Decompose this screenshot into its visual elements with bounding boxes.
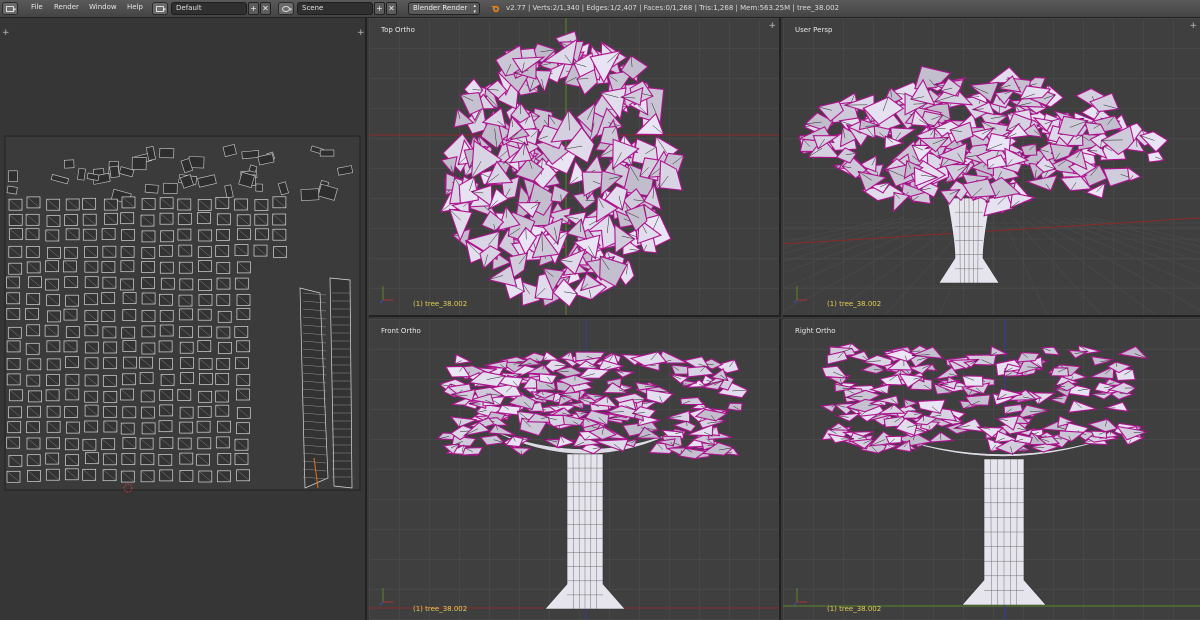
screen-close-button[interactable]: ✕ <box>260 2 271 15</box>
uv-layout[interactable] <box>0 18 367 620</box>
uv-image-editor[interactable]: + + <box>0 18 367 620</box>
object-name-label: (1) tree_38.002 <box>413 605 468 613</box>
scene-statistics: v2.77 | Verts:2/1,340 | Edges:1/2,407 | … <box>506 4 840 12</box>
leaf-face <box>558 350 575 362</box>
leaf-face <box>440 155 458 176</box>
object-name-label: (1) tree_38.002 <box>827 300 882 308</box>
axis-gizmo-icon <box>379 588 393 606</box>
leaf-face <box>666 410 691 423</box>
tree-mesh-front-view[interactable] <box>369 319 781 620</box>
leaf-face <box>1146 150 1166 163</box>
leaf-face <box>1126 166 1142 182</box>
uv-island <box>63 159 75 169</box>
blender-logo-icon <box>491 5 500 13</box>
uv-island <box>255 183 264 192</box>
axis-gizmo-icon <box>793 588 807 606</box>
scene-close-button[interactable]: ✕ <box>386 2 397 15</box>
screen-layout-icon[interactable]: ▾ <box>152 2 168 15</box>
leaf-face <box>1104 401 1129 412</box>
leaf-face <box>1050 367 1070 377</box>
leaf-face <box>479 434 506 446</box>
tree-mesh-right-view[interactable] <box>783 319 1200 620</box>
area-split-corner-icon[interactable]: + <box>768 21 776 31</box>
menu-render[interactable]: Render <box>54 3 79 11</box>
axis-gizmo-icon <box>379 286 393 304</box>
tree-mesh <box>819 343 1150 606</box>
leaf-face <box>1090 355 1115 366</box>
info-header: ▾ File Render Window Help ▾ Default + ✕ … <box>0 0 1200 18</box>
leaf-face <box>487 423 516 436</box>
menu-window[interactable]: Window <box>89 3 117 11</box>
leaf-face <box>556 434 576 449</box>
leaf-face <box>892 191 911 213</box>
viewport-front-ortho[interactable]: Front Ortho (1) tree_38.002 <box>369 319 781 620</box>
leaf-face <box>496 404 522 416</box>
render-engine-dropdown[interactable]: Blender Render ▴ ▾ <box>408 2 480 15</box>
leaf-face <box>1040 346 1061 356</box>
viewport-right-ortho[interactable]: Right Ortho (1) tree_38.002 <box>783 319 1200 620</box>
scene-add-button[interactable]: + <box>374 2 385 15</box>
render-engine-label: Blender Render <box>413 4 468 12</box>
screen-add-button[interactable]: + <box>248 2 259 15</box>
uv-island <box>144 183 159 194</box>
tree-mesh <box>436 350 749 610</box>
leaf-face <box>1003 403 1024 415</box>
tree-mesh-persp-view[interactable] <box>783 18 1200 317</box>
viewport-top-ortho[interactable]: Top Ortho (1) tree_38.002 + <box>369 18 781 317</box>
object-name-label: (1) tree_38.002 <box>827 605 882 613</box>
uv-island <box>8 170 18 183</box>
menu-file[interactable]: File <box>31 3 43 11</box>
leaf-face <box>1067 349 1090 359</box>
uv-island <box>131 156 147 171</box>
leaf-face <box>1067 399 1097 413</box>
updown-arrows-icon: ▴ ▾ <box>473 3 476 15</box>
leaf-face <box>1086 418 1119 433</box>
leaf-face <box>961 375 984 387</box>
uv-trunk-island <box>329 277 353 489</box>
scene-field[interactable]: Scene <box>297 2 373 15</box>
viewport-user-persp[interactable]: User Persp (1) tree_38.002 + <box>783 18 1200 317</box>
menu-help[interactable]: Help <box>127 3 143 11</box>
screen-layout-field[interactable]: Default <box>171 2 247 15</box>
uv-island <box>300 188 320 201</box>
area-split-corner-icon[interactable]: + <box>1189 21 1197 31</box>
uv-island <box>6 185 18 195</box>
uv-islands <box>4 135 361 493</box>
uv-island <box>163 182 178 194</box>
uv-island <box>77 167 86 181</box>
uv-island <box>109 165 120 179</box>
leaf-face <box>509 447 532 456</box>
leaf-face <box>670 364 691 375</box>
leaf-canopy <box>439 30 685 308</box>
uv-island <box>241 150 260 160</box>
uv-island <box>159 147 175 159</box>
editor-type-button[interactable]: ▾ <box>2 2 18 15</box>
scene-icon[interactable]: ▾ <box>278 2 294 15</box>
object-name-label: (1) tree_38.002 <box>413 300 468 308</box>
leaf-face <box>917 399 946 415</box>
uv-island <box>319 149 335 157</box>
tree-mesh <box>797 65 1169 284</box>
tree-mesh-top-view[interactable] <box>369 18 781 317</box>
leaf-face <box>1020 143 1038 157</box>
axis-gizmo-icon <box>793 286 807 304</box>
